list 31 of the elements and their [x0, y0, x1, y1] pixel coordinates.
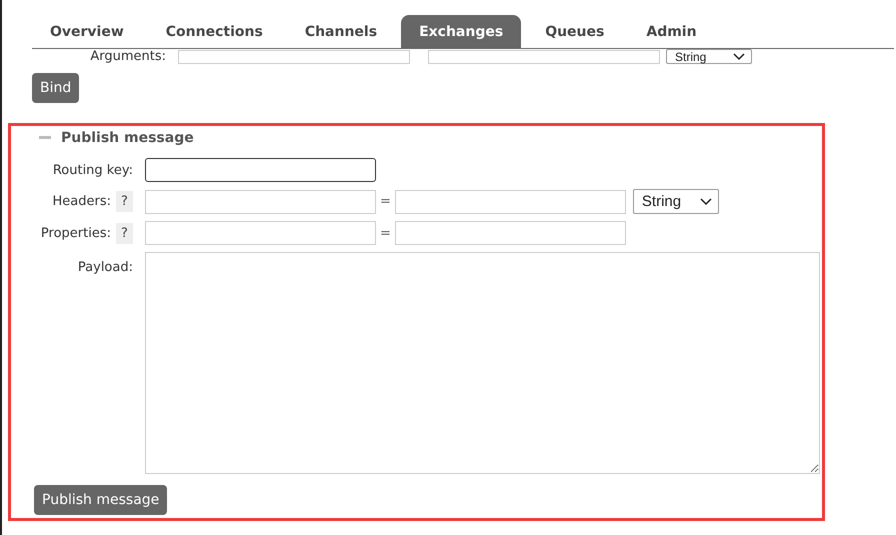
help-badge[interactable]: ? — [116, 191, 133, 212]
argument-value-field[interactable] — [428, 50, 660, 64]
arguments-label: Arguments: — [89, 49, 166, 64]
argument-key-field[interactable] — [178, 50, 410, 64]
nav-tab[interactable]: Exchanges — [401, 15, 522, 48]
nav-tab[interactable]: Channels — [286, 15, 396, 48]
nav-tab[interactable]: Admin — [628, 15, 715, 48]
payload-label: Payload: — [76, 260, 133, 275]
bind-button[interactable]: Bind — [32, 73, 80, 103]
header-value-field[interactable] — [394, 190, 626, 214]
publish-button[interactable]: Publish message — [34, 485, 168, 515]
headers-label: Headers: — [52, 194, 111, 209]
equals-sign: = — [378, 194, 392, 209]
routing-key-field[interactable] — [145, 158, 376, 182]
argument-type-select[interactable]: String — [666, 49, 752, 64]
nav-tab[interactable]: Overview — [32, 15, 142, 48]
property-value-field[interactable] — [394, 221, 626, 245]
property-key-field[interactable] — [144, 221, 376, 245]
nav-tab[interactable]: Queues — [527, 15, 622, 48]
routing-key-label: Routing key: — [52, 162, 133, 178]
section-title[interactable]: Publish message — [61, 130, 194, 146]
header-key-field[interactable] — [144, 190, 376, 214]
chevron-down-icon — [700, 198, 712, 206]
collapse-icon[interactable] — [39, 136, 51, 140]
chevron-down-icon — [733, 52, 745, 60]
properties-label: Properties: — [40, 226, 111, 240]
help-badge[interactable]: ? — [116, 222, 133, 244]
nav-tab[interactable]: Connections — [148, 15, 281, 48]
payload-field[interactable] — [145, 252, 820, 474]
header-type-select[interactable]: String — [632, 189, 719, 214]
equals-sign: = — [378, 226, 392, 240]
